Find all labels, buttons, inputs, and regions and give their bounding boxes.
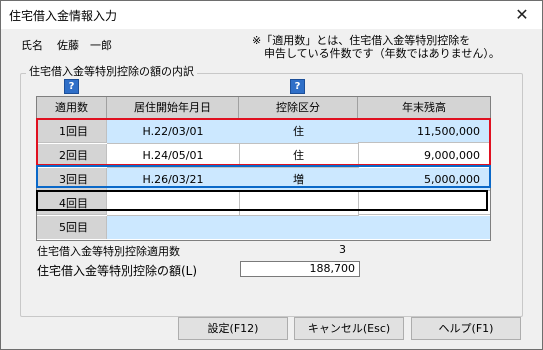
window-title: 住宅借入金情報入力 [9,9,118,23]
date-cell[interactable] [107,216,240,239]
current-row-focus-box [36,190,488,211]
help-question-icon[interactable]: ? [290,79,305,94]
blue-highlight-box [36,165,491,188]
table-row[interactable]: 5回目 [37,216,490,240]
red-highlight-box [36,118,491,166]
cancel-button[interactable]: キャンセル(Esc) [294,317,404,340]
close-icon[interactable]: ✕ [507,3,537,27]
deduction-count-value: 3 [339,243,346,256]
row-label: 5回目 [37,216,107,239]
dialog-window: 住宅借入金情報入力 ✕ 氏名 佐藤 一郎 ※「適用数」とは、住宅借入金等特別控除… [0,0,543,350]
deduction-amount-field[interactable]: 188,700 [240,261,360,277]
column-header: 居住開始年月日 [107,97,239,120]
column-header: 年末残高 [358,97,490,120]
name-value: 佐藤 一郎 [57,39,112,52]
set-button[interactable]: 設定(F12) [178,317,288,340]
help-button[interactable]: ヘルプ(F1) [411,317,521,340]
dialog-body: 氏名 佐藤 一郎 ※「適用数」とは、住宅借入金等特別控除を 申告している件数です… [1,29,542,349]
help-question-icon[interactable]: ? [64,79,79,94]
deduction-count-label: 住宅借入金等特別控除適用数 [37,245,180,258]
balance-cell[interactable] [358,216,490,239]
title-bar: 住宅借入金情報入力 ✕ [1,1,542,29]
group-title: 住宅借入金等特別控除の額の内訳 [26,63,197,79]
deduction-amount-label: 住宅借入金等特別控除の額(L) [37,264,198,278]
column-header: 適用数 [37,97,107,120]
column-header: 控除区分 [239,97,358,120]
note-line-2: 申告している件数です（年数ではありません）。 [264,47,500,60]
name-label: 氏名 [21,39,43,52]
kubun-cell[interactable] [239,216,359,239]
